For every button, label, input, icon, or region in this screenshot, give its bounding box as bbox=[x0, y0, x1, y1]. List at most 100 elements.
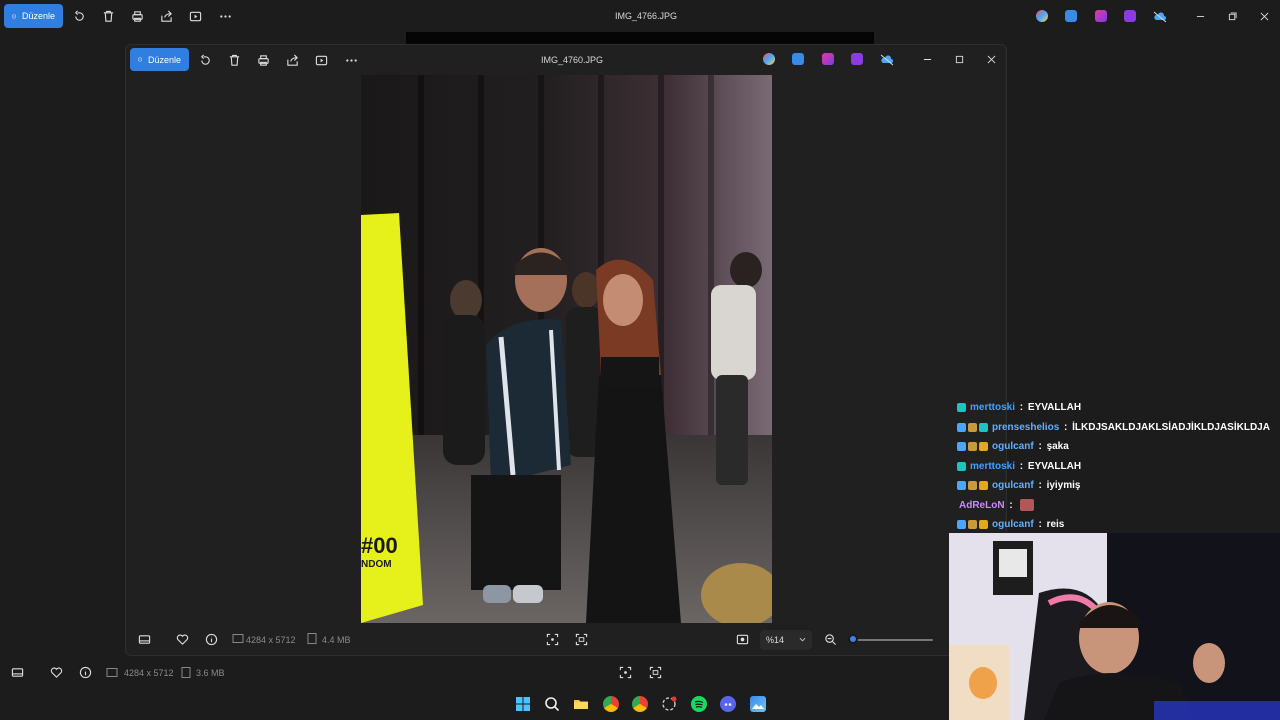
chat-message-text: iyiymiş bbox=[1046, 480, 1081, 492]
edit-label: Düzenle bbox=[147, 54, 181, 65]
clipchamp-icon[interactable] bbox=[1095, 10, 1107, 22]
clipchamp-icon[interactable] bbox=[822, 53, 834, 65]
chat-badge-icon bbox=[968, 520, 977, 530]
actual-size-icon[interactable] bbox=[647, 664, 663, 680]
image-dimensions: 4284 x 5712 bbox=[124, 668, 174, 678]
filmstrip-icon[interactable] bbox=[136, 631, 152, 647]
print-icon[interactable] bbox=[255, 52, 271, 68]
file-explorer-icon[interactable] bbox=[573, 696, 589, 712]
edit-image-icon bbox=[138, 57, 142, 62]
chat-separator: : bbox=[1061, 421, 1071, 433]
rotate-icon[interactable] bbox=[71, 8, 87, 24]
close-button[interactable] bbox=[1257, 9, 1271, 23]
designer-icon[interactable] bbox=[1124, 10, 1136, 22]
image-dimensions-icon bbox=[232, 632, 244, 644]
edit-label: Düzenle bbox=[21, 11, 55, 21]
edit-button[interactable]: Düzenle bbox=[4, 4, 63, 28]
favorite-icon[interactable] bbox=[48, 664, 64, 680]
restore-button[interactable] bbox=[1225, 9, 1239, 23]
chrome-icon[interactable] bbox=[632, 696, 648, 712]
photo-image[interactable]: #00 NDOM bbox=[361, 75, 772, 623]
chat-separator: : bbox=[1017, 460, 1026, 472]
copilot-icon[interactable] bbox=[763, 53, 775, 65]
chat-username[interactable]: ogulcanf bbox=[992, 519, 1034, 530]
chat-badge-icon bbox=[957, 403, 966, 413]
rotate-icon[interactable] bbox=[197, 52, 213, 68]
photo-scene: #00 NDOM bbox=[361, 75, 772, 623]
taskbar bbox=[0, 688, 1280, 720]
zoom-slider-thumb[interactable] bbox=[848, 634, 858, 644]
spotify-icon[interactable] bbox=[691, 696, 707, 712]
chat-username[interactable]: prenseshelios bbox=[992, 422, 1059, 433]
file-size-icon bbox=[306, 632, 318, 644]
onedrive-off-icon[interactable] bbox=[1153, 10, 1167, 23]
slideshow-icon[interactable] bbox=[187, 8, 203, 24]
chat-emote-icon bbox=[1020, 499, 1035, 512]
zoom-dropdown[interactable]: %14 bbox=[760, 630, 812, 650]
recorder-icon[interactable] bbox=[661, 696, 677, 712]
fit-view-icon[interactable] bbox=[734, 631, 750, 647]
edit-button[interactable]: Düzenle bbox=[130, 48, 189, 71]
slideshow-icon[interactable] bbox=[313, 52, 329, 68]
fit-to-window-icon[interactable] bbox=[544, 631, 560, 647]
more-options-icon[interactable] bbox=[343, 52, 359, 68]
chat-message: ogulcanf : şaka bbox=[957, 437, 1277, 457]
chat-message-text: EYVALLAH bbox=[1027, 460, 1082, 472]
photos-editor-icon[interactable] bbox=[792, 53, 804, 65]
file-size: 3.6 MB bbox=[196, 668, 225, 678]
more-options-icon[interactable] bbox=[217, 8, 233, 24]
chat-username[interactable]: merttoski bbox=[970, 461, 1015, 472]
chat-username[interactable]: merttoski bbox=[970, 402, 1015, 413]
image-dimensions-icon bbox=[106, 666, 118, 678]
chat-separator: : bbox=[1035, 441, 1045, 453]
zoom-slider-track[interactable] bbox=[851, 639, 933, 641]
chat-username[interactable]: ogulcanf bbox=[992, 480, 1034, 491]
zoom-out-icon[interactable] bbox=[822, 631, 838, 647]
chat-badge-icon bbox=[957, 442, 966, 452]
delete-icon[interactable] bbox=[100, 8, 116, 24]
print-icon[interactable] bbox=[129, 8, 145, 24]
onedrive-off-icon[interactable] bbox=[880, 53, 894, 66]
minimize-button[interactable] bbox=[920, 52, 934, 66]
chat-message: AdReLoN : bbox=[957, 496, 1277, 516]
chat-username[interactable]: AdReLoN bbox=[959, 500, 1005, 511]
share-icon[interactable] bbox=[284, 52, 300, 68]
window-title: IMG_4766.JPG bbox=[615, 11, 678, 21]
chat-message-text: İLKDJSAKLDJAKLSİADJİKLDJASİKLDJA bbox=[1072, 421, 1270, 433]
maximize-button[interactable] bbox=[952, 52, 966, 66]
share-icon[interactable] bbox=[158, 8, 174, 24]
outer-toolbar: Düzenle IMG_4766.JPG bbox=[0, 0, 1280, 32]
chat-message: prenseshelios : İLKDJSAKLDJAKLSİADJİKLDJ… bbox=[957, 418, 1277, 438]
banner-text-top: #00 bbox=[361, 533, 398, 558]
chat-badge-icon bbox=[979, 442, 988, 452]
edit-image-icon bbox=[12, 14, 16, 18]
chat-separator: : bbox=[1006, 499, 1016, 511]
designer-icon[interactable] bbox=[851, 53, 863, 65]
info-icon[interactable] bbox=[203, 631, 219, 647]
favorite-icon[interactable] bbox=[174, 631, 190, 647]
chat-separator: : bbox=[1017, 402, 1026, 414]
close-button[interactable] bbox=[984, 52, 998, 66]
fit-to-window-icon[interactable] bbox=[617, 664, 633, 680]
chat-badge-icon bbox=[957, 481, 966, 491]
chat-badge-icon bbox=[957, 461, 966, 471]
delete-icon[interactable] bbox=[226, 52, 242, 68]
chat-separator: : bbox=[1035, 519, 1045, 531]
copilot-icon[interactable] bbox=[1036, 10, 1048, 22]
info-icon[interactable] bbox=[77, 664, 93, 680]
chat-username[interactable]: ogulcanf bbox=[992, 441, 1034, 452]
actual-size-icon[interactable] bbox=[573, 631, 589, 647]
photos-editor-icon[interactable] bbox=[1065, 10, 1077, 22]
photos-icon[interactable] bbox=[750, 696, 766, 712]
discord-icon[interactable] bbox=[720, 696, 736, 712]
chat-message-text: EYVALLAH bbox=[1027, 402, 1082, 414]
search-icon[interactable] bbox=[544, 696, 560, 712]
minimize-button[interactable] bbox=[1193, 9, 1207, 23]
banner-text-bottom: NDOM bbox=[361, 559, 392, 570]
image-dimensions: 4284 x 5712 bbox=[246, 635, 296, 645]
filmstrip-icon[interactable] bbox=[9, 664, 25, 680]
windows-start-icon[interactable] bbox=[515, 696, 531, 712]
chat-message-text: reis bbox=[1046, 519, 1065, 531]
photos-viewer-window: Düzenle IMG_4760.JPG #00 NDOM 4284 x 571… bbox=[125, 44, 1007, 656]
chrome-icon[interactable] bbox=[603, 696, 619, 712]
